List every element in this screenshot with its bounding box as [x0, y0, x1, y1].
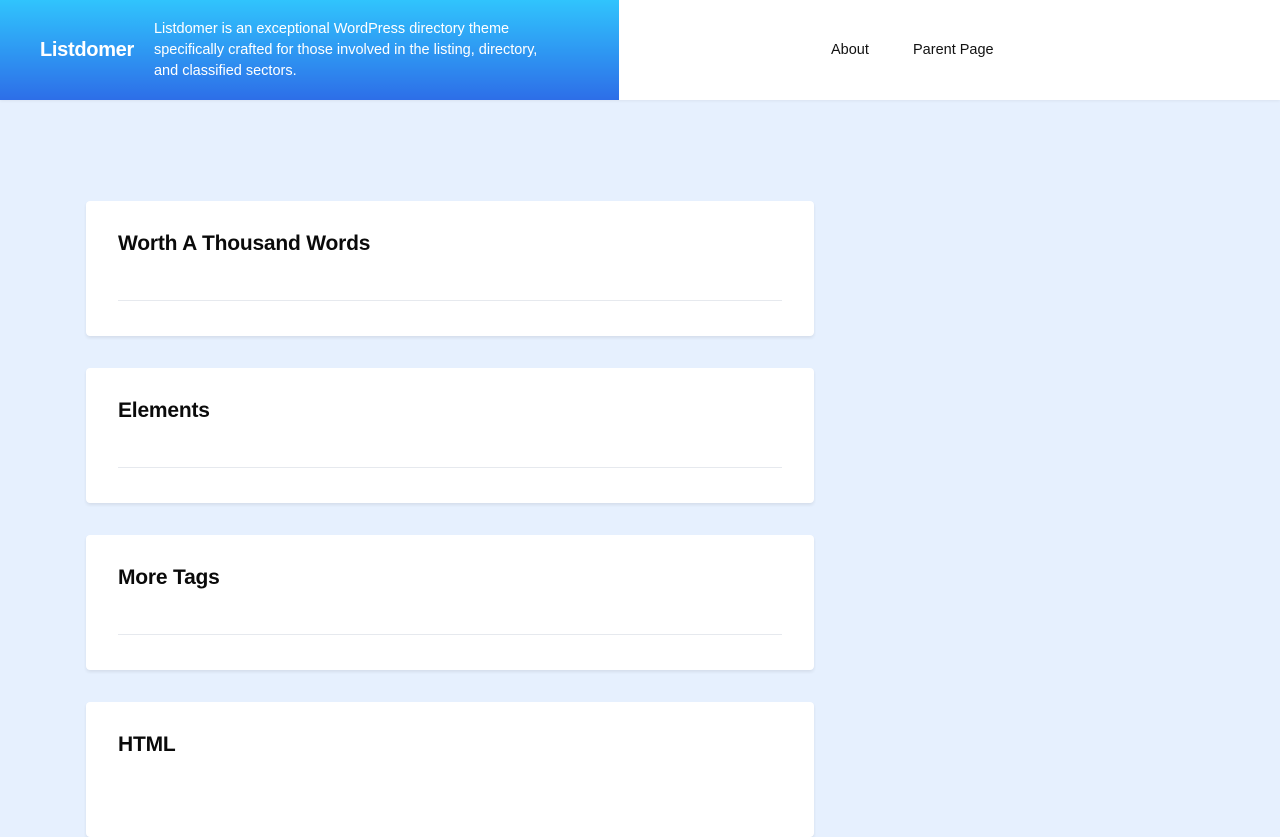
post-title[interactable]: More Tags [118, 563, 220, 593]
post-card: Elements [86, 368, 814, 503]
site-header: Listdomer Listdomer is an exceptional Wo… [0, 0, 1280, 100]
post-card: HTML [86, 702, 814, 837]
site-tagline: Listdomer is an exceptional WordPress di… [153, 20, 538, 79]
post-title[interactable]: Elements [118, 396, 210, 426]
main-navigation: About Parent Page [619, 0, 1280, 100]
site-logo[interactable]: Listdomer [40, 39, 134, 62]
nav-item-parent-page[interactable]: Parent Page [913, 40, 994, 60]
card-divider [118, 634, 782, 635]
post-card: More Tags [86, 535, 814, 670]
post-title[interactable]: HTML [118, 730, 176, 760]
nav-item-about[interactable]: About [831, 40, 869, 60]
post-title[interactable]: Worth A Thousand Words [118, 229, 370, 259]
card-divider [118, 300, 782, 301]
card-divider [118, 467, 782, 468]
post-card: Worth A Thousand Words [86, 201, 814, 336]
brand-panel: Listdomer Listdomer is an exceptional Wo… [0, 0, 619, 100]
